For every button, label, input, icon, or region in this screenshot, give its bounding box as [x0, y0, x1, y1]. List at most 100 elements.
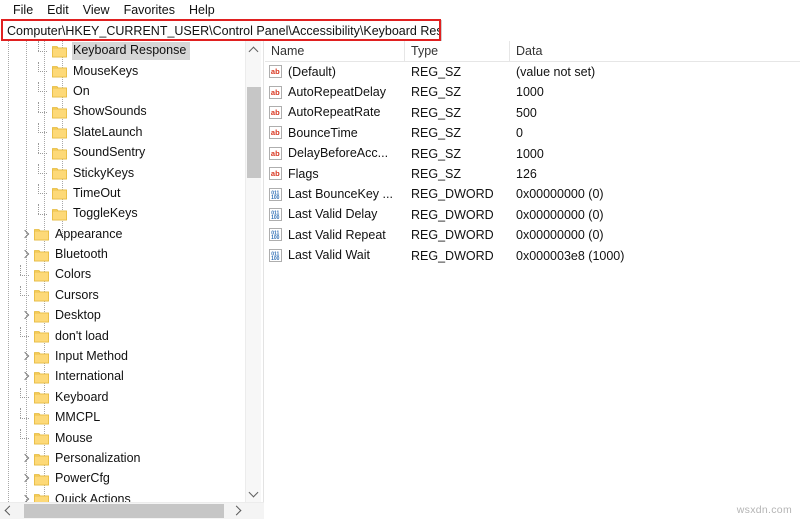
- value-name-cell: ab AutoRepeatRate: [265, 103, 405, 123]
- menu-item-favorites[interactable]: Favorites: [117, 0, 182, 20]
- column-header-type[interactable]: Type: [405, 41, 510, 61]
- tree-item-international[interactable]: International: [0, 367, 245, 387]
- chevron-down-icon[interactable]: [246, 485, 262, 502]
- value-name-cell: ab AutoRepeatDelay: [265, 82, 405, 102]
- tree-item-appearance[interactable]: Appearance: [0, 225, 245, 245]
- chevron-right-icon[interactable]: [18, 490, 34, 502]
- value-row[interactable]: ab (Default) REG_SZ (value not set): [265, 62, 800, 82]
- tree-item-colors[interactable]: Colors: [0, 265, 245, 285]
- tree-item-mousekeys[interactable]: MouseKeys: [0, 61, 245, 81]
- tree-connector: [36, 102, 52, 122]
- svg-text:100: 100: [271, 215, 280, 221]
- tree-item-bluetooth[interactable]: Bluetooth: [0, 245, 245, 265]
- column-header-name[interactable]: Name: [265, 41, 405, 61]
- tree-connector: [36, 122, 52, 143]
- tree-item-input-method[interactable]: Input Method: [0, 347, 245, 367]
- chevron-right-icon[interactable]: [18, 306, 34, 326]
- chevron-right-icon[interactable]: [18, 367, 34, 387]
- folder-icon: [34, 289, 49, 302]
- tree-item-don-t-load[interactable]: don't load: [0, 326, 245, 346]
- value-row[interactable]: 011 100 Last Valid Delay REG_DWORD 0x0000000…: [265, 205, 800, 225]
- tree-item-personalization[interactable]: Personalization: [0, 449, 245, 469]
- tree-item-togglekeys[interactable]: ToggleKeys: [0, 204, 245, 224]
- value-data-cell: 0x00000000 (0): [516, 228, 604, 243]
- chevron-right-icon[interactable]: [229, 503, 246, 519]
- tree-connector: [36, 81, 52, 102]
- folder-icon: [34, 473, 49, 486]
- value-type-cell: REG_DWORD: [411, 228, 494, 243]
- svg-text:100: 100: [271, 195, 280, 201]
- tree-item-desktop[interactable]: Desktop: [0, 306, 245, 326]
- chevron-up-icon[interactable]: [246, 41, 262, 58]
- tree-item-keyboard-response[interactable]: Keyboard Response: [0, 41, 245, 61]
- tree-item-mouse[interactable]: Mouse: [0, 428, 245, 448]
- string-value-icon: ab: [269, 65, 283, 79]
- value-type-cell: REG_SZ: [411, 126, 462, 141]
- chevron-right-icon[interactable]: [18, 469, 34, 489]
- registry-path-input[interactable]: Computer\HKEY_CURRENT_USER\Control Panel…: [2, 20, 442, 41]
- value-row[interactable]: 011 100 Last BounceKey ... REG_DWORD 0x00000…: [265, 184, 800, 204]
- tree-item-cursors[interactable]: Cursors: [0, 285, 245, 306]
- value-row[interactable]: 011 100 Last Valid Repeat REG_DWORD 0x000000…: [265, 225, 800, 245]
- tree-item-soundsentry[interactable]: SoundSentry: [0, 143, 245, 163]
- value-data-cell: 0: [516, 126, 523, 141]
- chevron-right-icon[interactable]: [18, 347, 34, 367]
- value-data-cell: (value not set): [516, 65, 596, 79]
- value-name-text: Last Valid Repeat: [288, 227, 386, 242]
- string-value-icon: ab: [269, 146, 283, 161]
- svg-text:ab: ab: [271, 67, 280, 76]
- tree-vertical-scrollbar[interactable]: [245, 41, 261, 502]
- menu-item-file[interactable]: File: [6, 0, 40, 20]
- value-row[interactable]: 011 100 Last Valid Wait REG_DWORD 0x000003e8…: [265, 246, 800, 266]
- value-type-cell: REG_SZ: [411, 85, 462, 100]
- tree-item-slatelaunch[interactable]: SlateLaunch: [0, 122, 245, 143]
- tree-scroll-thumb[interactable]: [247, 87, 261, 178]
- tree-item-showsounds[interactable]: ShowSounds: [0, 102, 245, 122]
- string-value-icon: ab: [269, 106, 283, 120]
- tree-connector: [18, 285, 34, 306]
- registry-tree-pane: Keyboard Response MouseKeys On ShowSounds Sl…: [0, 41, 264, 519]
- value-name-text: Last BounceKey ...: [288, 187, 393, 202]
- dword-value-icon: 011 100: [269, 187, 283, 202]
- chevron-right-icon[interactable]: [18, 225, 34, 245]
- chevron-right-icon[interactable]: [18, 449, 34, 469]
- tree-item-label: ToggleKeys: [73, 206, 138, 221]
- value-type-cell: REG_SZ: [411, 166, 462, 181]
- tree-hscroll-thumb[interactable]: [24, 504, 224, 518]
- column-header-data[interactable]: Data: [510, 41, 800, 61]
- menu-item-edit[interactable]: Edit: [40, 0, 76, 20]
- value-row[interactable]: ab DelayBeforeAcc... REG_SZ 1000: [265, 144, 800, 164]
- value-row[interactable]: ab AutoRepeatDelay REG_SZ 1000: [265, 82, 800, 102]
- menu-item-help[interactable]: Help: [182, 0, 222, 20]
- tree-horizontal-scrollbar[interactable]: [0, 502, 264, 519]
- tree-item-label: PowerCfg: [55, 471, 110, 486]
- tree-item-mmcpl[interactable]: MMCPL: [0, 408, 245, 428]
- value-data-cell: 0x00000000 (0): [516, 187, 604, 202]
- value-row[interactable]: ab Flags REG_SZ 126: [265, 164, 800, 184]
- tree-item-stickykeys[interactable]: StickyKeys: [0, 163, 245, 183]
- tree-item-label: TimeOut: [73, 185, 121, 200]
- tree-item-quick-actions[interactable]: Quick Actions: [0, 490, 245, 502]
- tree-item-on[interactable]: On: [0, 81, 245, 102]
- tree-item-timeout[interactable]: TimeOut: [0, 183, 245, 204]
- folder-icon: [52, 65, 67, 78]
- values-column-headers: Name Type Data: [265, 41, 800, 62]
- value-row[interactable]: ab AutoRepeatRate REG_SZ 500: [265, 103, 800, 123]
- menu-item-view[interactable]: View: [76, 0, 117, 20]
- chevron-right-icon[interactable]: [18, 245, 34, 265]
- folder-icon: [34, 453, 49, 466]
- value-name-text: Flags: [288, 166, 319, 181]
- registry-tree[interactable]: Keyboard Response MouseKeys On ShowSounds Sl…: [0, 41, 245, 502]
- value-name-cell: 011 100 Last Valid Repeat: [265, 225, 405, 245]
- value-name-cell: ab (Default): [265, 62, 405, 82]
- value-row[interactable]: ab BounceTime REG_SZ 0: [265, 123, 800, 143]
- tree-item-keyboard[interactable]: Keyboard: [0, 387, 245, 408]
- svg-text:100: 100: [271, 236, 280, 242]
- folder-icon: [34, 391, 49, 404]
- chevron-left-icon[interactable]: [0, 503, 17, 519]
- tree-connector: [36, 183, 52, 204]
- tree-item-powercfg[interactable]: PowerCfg: [0, 469, 245, 489]
- folder-icon: [52, 126, 67, 139]
- folder-icon: [52, 106, 67, 119]
- values-list[interactable]: ab (Default) REG_SZ (value not set) ab AutoRe…: [265, 62, 800, 266]
